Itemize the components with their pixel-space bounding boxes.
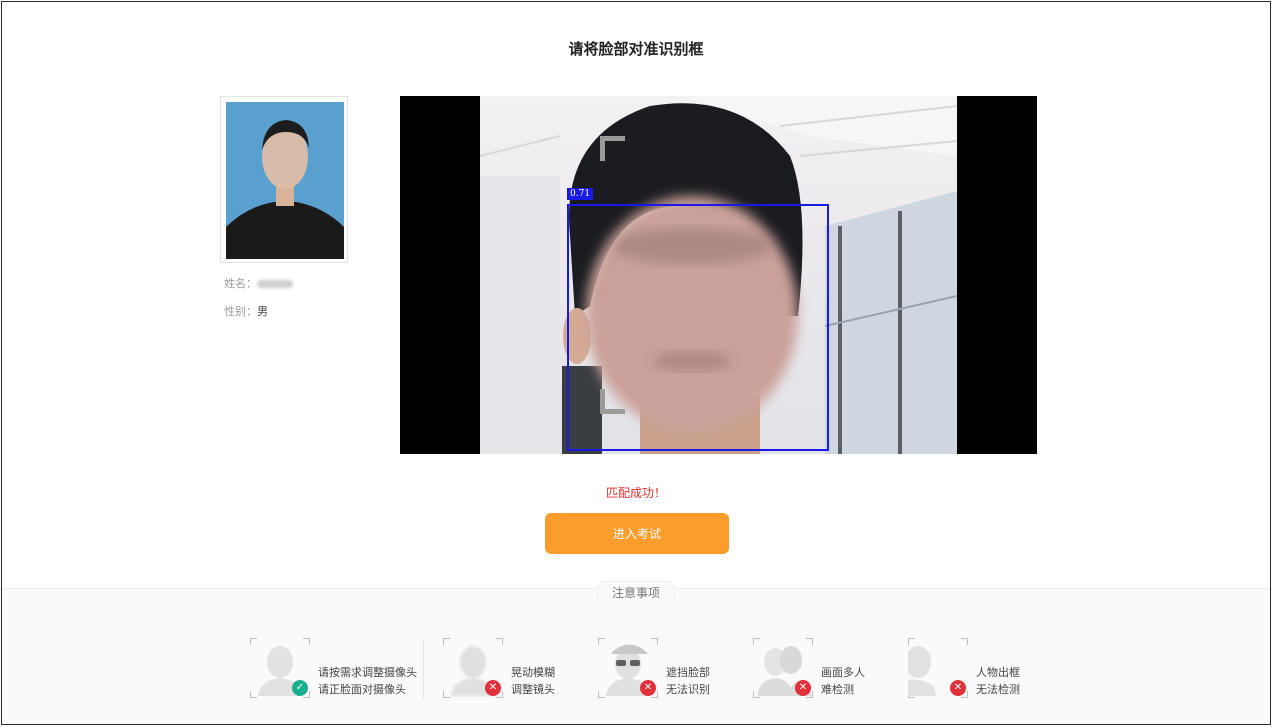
tip-divider xyxy=(423,639,424,699)
gender-label: 性别： xyxy=(224,305,257,318)
tip-multiple-people: ✕ 画面多人 难检测 xyxy=(753,638,923,700)
gender-value: 男 xyxy=(257,305,268,318)
person-out-of-frame-icon: ✕ xyxy=(908,638,968,698)
multiple-people-icon: ✕ xyxy=(753,638,813,698)
notes-section: 注意事项 ✓ 请按需求调整摄像头 请正脸面对摄像头 ✕ 晃动模糊 调整镜头 ✕ … xyxy=(2,581,1270,724)
name-label: 姓名： xyxy=(224,277,257,290)
tip-text: 晃动模糊 调整镜头 xyxy=(511,664,555,698)
match-status: 匹配成功！ xyxy=(605,486,666,500)
enter-exam-button[interactable]: 进入考试 xyxy=(545,513,729,554)
tip-text: 画面多人 难检测 xyxy=(821,664,865,698)
camera-feed: 0.71 xyxy=(400,96,1037,454)
tip-text: 请按需求调整摄像头 请正脸面对摄像头 xyxy=(318,664,417,698)
page-title: 请将脸部对准识别框 xyxy=(568,40,704,58)
tip-line-2: 难检测 xyxy=(821,683,854,696)
tip-line-2: 无法识别 xyxy=(666,683,710,696)
detection-confidence: 0.71 xyxy=(567,188,594,200)
gender-row: 性别：男 xyxy=(224,303,268,319)
tip-line-2: 调整镜头 xyxy=(511,683,555,696)
guide-corner-top-left xyxy=(600,136,625,161)
error-icon: ✕ xyxy=(640,680,656,696)
tip-adjust-camera: ✓ 请按需求调整摄像头 请正脸面对摄像头 xyxy=(250,638,420,700)
tip-line-2: 请正脸面对摄像头 xyxy=(318,683,406,696)
check-icon: ✓ xyxy=(292,680,308,696)
tip-face-occluded: ✕ 遮挡脸部 无法识别 xyxy=(598,638,768,700)
tip-line-1: 画面多人 xyxy=(821,666,865,679)
page-frame: 请将脸部对准识别框 姓名： 性别：男 0.71 匹配成功！ 进入考试 注意事项 … xyxy=(1,1,1271,725)
tip-out-of-frame: ✕ 人物出框 无法检测 xyxy=(908,638,1078,700)
person-ok-icon: ✓ xyxy=(250,638,310,698)
error-icon: ✕ xyxy=(485,680,501,696)
id-photo-card xyxy=(220,96,348,263)
notes-title: 注意事项 xyxy=(596,581,676,604)
tip-line-1: 遮挡脸部 xyxy=(666,666,710,679)
tip-line-1: 晃动模糊 xyxy=(511,666,555,679)
name-value-redacted xyxy=(257,280,293,288)
tip-line-2: 无法检测 xyxy=(976,683,1020,696)
error-icon: ✕ xyxy=(950,680,966,696)
tip-text: 遮挡脸部 无法识别 xyxy=(666,664,710,698)
face-detection-box xyxy=(567,204,829,451)
tip-motion-blur: ✕ 晃动模糊 调整镜头 xyxy=(443,638,613,700)
id-photo xyxy=(226,102,344,259)
person-blur-icon: ✕ xyxy=(443,638,503,698)
error-icon: ✕ xyxy=(795,680,811,696)
tip-line-1: 人物出框 xyxy=(976,666,1020,679)
tip-line-1: 请按需求调整摄像头 xyxy=(318,666,417,679)
person-occluded-icon: ✕ xyxy=(598,638,658,698)
tip-text: 人物出框 无法检测 xyxy=(976,664,1020,698)
name-row: 姓名： xyxy=(224,275,293,291)
